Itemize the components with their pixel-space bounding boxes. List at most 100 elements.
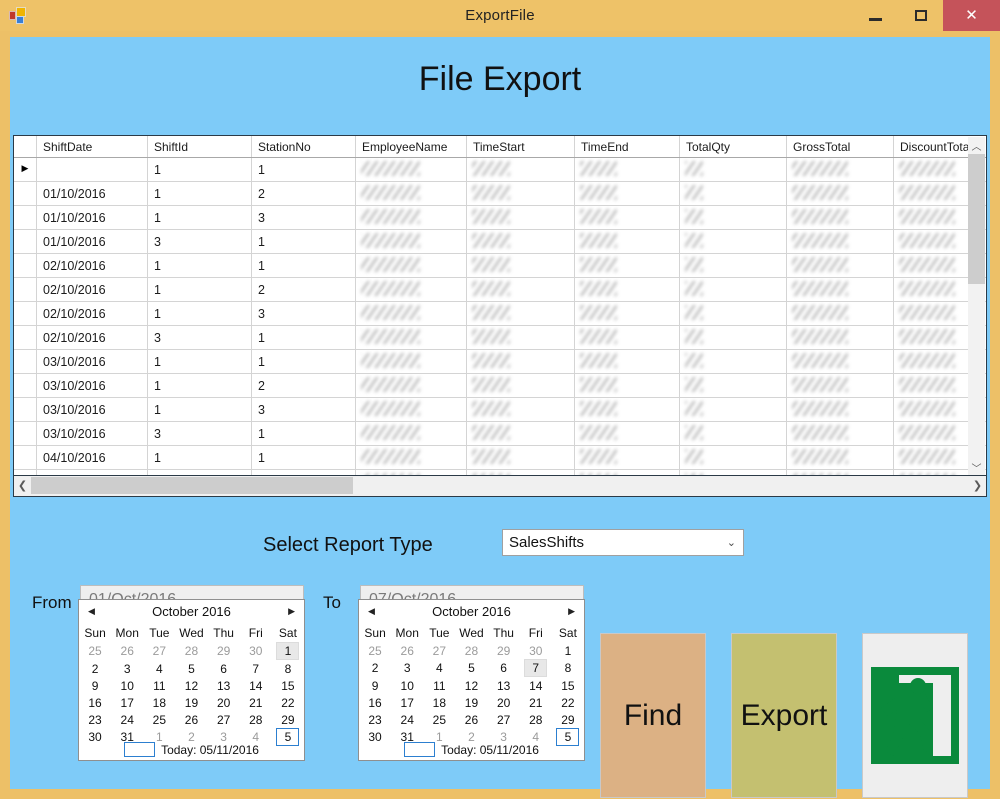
from-calendar-day-cell[interactable]: 26 [175, 711, 207, 728]
cell-totalqty[interactable] [679, 325, 787, 350]
to-calendar-day-cell[interactable]: 29 [552, 711, 584, 728]
from-calendar-day-cell[interactable]: 25 [79, 642, 111, 660]
cell-timestart[interactable] [466, 301, 575, 326]
from-calendar-day-cell[interactable]: 5 [175, 660, 207, 677]
row-selector[interactable] [14, 397, 37, 422]
cell-timeend[interactable] [574, 229, 680, 254]
cell-timestart[interactable] [466, 421, 575, 446]
column-header-timestart[interactable]: TimeStart [466, 136, 575, 158]
cell-shiftdate[interactable]: 03/10/2016 [36, 397, 148, 422]
cell-totalqty[interactable] [679, 301, 787, 326]
cell-shiftid[interactable]: 1 [147, 445, 252, 470]
cell-employeename[interactable] [355, 277, 467, 302]
to-calendar-day-cell[interactable]: 30 [520, 642, 552, 659]
cell-timestart[interactable] [466, 397, 575, 422]
cell-grosstotal[interactable] [786, 157, 894, 182]
cell-timeend[interactable] [574, 301, 680, 326]
row-selector[interactable] [14, 277, 37, 302]
table-row[interactable]: 02/10/2016 3 1 [14, 325, 986, 350]
cell-shiftdate[interactable]: 04/10/2016 [36, 445, 148, 470]
column-header-employeename[interactable]: EmployeeName [355, 136, 467, 158]
from-calendar-day-cell[interactable]: 8 [272, 660, 304, 677]
cell-stationno[interactable]: 3 [251, 301, 356, 326]
from-calendar-day-cell[interactable]: 28 [175, 642, 207, 660]
cell-totalqty[interactable] [679, 205, 787, 230]
to-calendar[interactable]: ◀ October 2016 ▶ Sun Mon Tue Wed Thu Fri Sat 2… [358, 599, 585, 761]
cell-timestart[interactable] [466, 445, 575, 470]
from-calendar-day-cell[interactable]: 25 [143, 711, 175, 728]
cell-timeend[interactable] [574, 397, 680, 422]
row-selector[interactable] [14, 349, 37, 374]
cell-timestart[interactable] [466, 157, 575, 182]
table-row[interactable]: 04/10/2016 1 1 [14, 445, 986, 470]
cell-totalqty[interactable] [679, 397, 787, 422]
from-calendar-day-cell[interactable]: 21 [240, 694, 272, 711]
row-selector[interactable]: ▶ [14, 157, 37, 182]
to-calendar-day-cell[interactable]: 16 [359, 694, 391, 711]
to-calendar-day-cell[interactable]: 25 [423, 711, 455, 728]
to-calendar-day-cell[interactable]: 13 [488, 677, 520, 694]
cell-shiftdate[interactable]: 01/10/2016 [36, 157, 148, 182]
cell-shiftdate[interactable]: 02/10/2016 [36, 277, 148, 302]
row-selector[interactable] [14, 301, 37, 326]
cell-grosstotal[interactable] [786, 325, 894, 350]
cell-stationno[interactable]: 1 [251, 325, 356, 350]
to-calendar-day-cell[interactable]: 22 [552, 694, 584, 711]
calendar-prev-icon[interactable]: ◀ [88, 600, 95, 624]
cell-shiftid[interactable]: 3 [147, 421, 252, 446]
cell-timeend[interactable] [574, 373, 680, 398]
table-row[interactable]: 01/10/2016 1 3 [14, 205, 986, 230]
cell-employeename[interactable] [355, 325, 467, 350]
from-calendar[interactable]: ◀ October 2016 ▶ Sun Mon Tue Wed Thu Fri Sat 2… [78, 599, 305, 761]
column-header-grosstotal[interactable]: GrossTotal [786, 136, 894, 158]
scroll-right-icon[interactable]: ❯ [969, 476, 986, 495]
cell-stationno[interactable]: 2 [251, 277, 356, 302]
find-button[interactable]: Find [600, 633, 706, 798]
cell-shiftid[interactable]: 3 [147, 229, 252, 254]
cell-grosstotal[interactable] [786, 397, 894, 422]
from-calendar-day-cell[interactable]: 6 [208, 660, 240, 677]
cell-totalqty[interactable] [679, 157, 787, 182]
from-calendar-day-cell[interactable]: 4 [143, 660, 175, 677]
from-calendar-day-cell[interactable]: 7 [240, 660, 272, 677]
from-calendar-day-cell[interactable]: 27 [143, 642, 175, 660]
from-calendar-day-cell[interactable]: 11 [143, 677, 175, 694]
cell-employeename[interactable] [355, 397, 467, 422]
from-calendar-day-cell[interactable]: 29 [272, 711, 304, 728]
calendar-next-icon[interactable]: ▶ [288, 600, 295, 624]
cell-grosstotal[interactable] [786, 373, 894, 398]
cell-grosstotal[interactable] [786, 277, 894, 302]
to-calendar-day-cell[interactable]: 2 [359, 659, 391, 677]
horizontal-scroll-thumb[interactable] [31, 477, 353, 494]
cell-grosstotal[interactable] [786, 445, 894, 470]
from-calendar-day-cell[interactable]: 18 [143, 694, 175, 711]
cell-shiftid[interactable]: 1 [147, 349, 252, 374]
to-calendar-day-cell[interactable]: 20 [488, 694, 520, 711]
from-calendar-day-cell[interactable]: 20 [208, 694, 240, 711]
cell-employeename[interactable] [355, 421, 467, 446]
cell-employeename[interactable] [355, 301, 467, 326]
to-calendar-day-cell[interactable]: 18 [423, 694, 455, 711]
cell-shiftid[interactable]: 1 [147, 157, 252, 182]
cell-employeename[interactable] [355, 373, 467, 398]
table-row[interactable]: 02/10/2016 1 1 [14, 253, 986, 278]
to-calendar-day-cell[interactable]: 23 [359, 711, 391, 728]
to-calendar-day-cell[interactable]: 12 [455, 677, 487, 694]
cell-timeend[interactable] [574, 445, 680, 470]
from-calendar-day-cell[interactable]: 17 [111, 694, 143, 711]
to-calendar-day-cell[interactable]: 8 [552, 659, 584, 677]
cell-stationno[interactable]: 1 [251, 229, 356, 254]
row-selector[interactable] [14, 253, 37, 278]
cell-stationno[interactable]: 3 [251, 397, 356, 422]
from-calendar-today-label[interactable]: Today: 05/11/2016 [161, 743, 259, 757]
cell-shiftdate[interactable]: 03/10/2016 [36, 421, 148, 446]
cell-shiftid[interactable]: 1 [147, 205, 252, 230]
from-calendar-day-cell[interactable]: 2 [79, 660, 111, 677]
table-row[interactable]: 03/10/2016 1 3 [14, 397, 986, 422]
cell-shiftdate[interactable]: 02/10/2016 [36, 253, 148, 278]
cell-timeend[interactable] [574, 349, 680, 374]
to-calendar-day-cell[interactable]: 4 [423, 659, 455, 677]
to-calendar-day-cell[interactable]: 3 [391, 659, 423, 677]
cell-totalqty[interactable] [679, 277, 787, 302]
table-row[interactable]: 02/10/2016 1 3 [14, 301, 986, 326]
